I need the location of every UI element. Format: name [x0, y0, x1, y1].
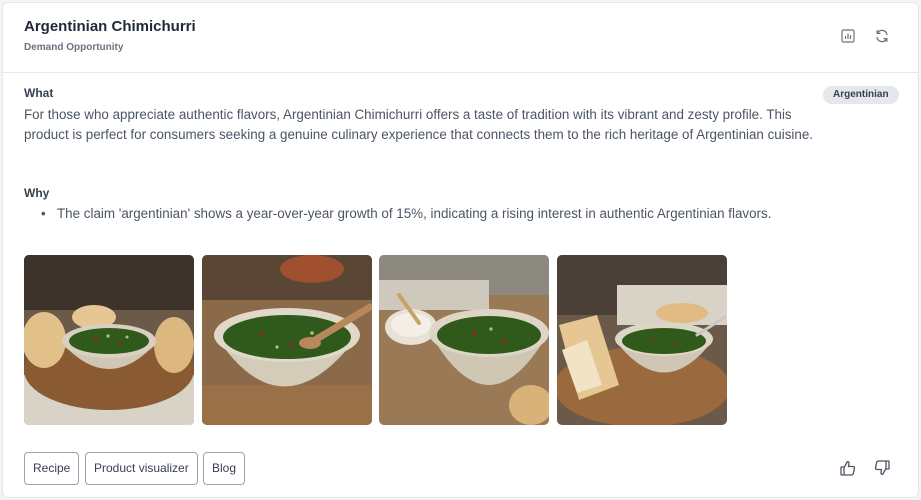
chart-icon[interactable]: [840, 28, 856, 44]
recipe-button[interactable]: Recipe: [24, 452, 80, 485]
blog-button[interactable]: Blog: [203, 452, 246, 485]
why-item-text: The claim 'argentinian' shows a year-ove…: [57, 206, 772, 221]
what-label: What: [24, 86, 54, 100]
opportunity-card: Argentinian Chimichurri Demand Opportuni…: [2, 2, 919, 498]
card-title: Argentinian Chimichurri: [24, 18, 196, 35]
card-header: Argentinian Chimichurri Demand Opportuni…: [3, 3, 918, 73]
why-list-item: • The claim 'argentinian' shows a year-ov…: [24, 206, 771, 221]
cuisine-tag: Argentinian: [823, 86, 899, 104]
what-description: For those who appreciate authentic flavo…: [24, 107, 814, 142]
thumbs-up-icon[interactable]: [839, 459, 857, 477]
refresh-icon[interactable]: [874, 28, 890, 44]
product-image-2[interactable]: [202, 255, 372, 425]
product-image-1[interactable]: [24, 255, 194, 425]
why-label: Why: [24, 186, 50, 200]
bullet-icon: •: [41, 206, 46, 221]
thumbs-down-icon[interactable]: [873, 459, 891, 477]
card-subtitle: Demand Opportunity: [24, 42, 124, 53]
product-visualizer-button[interactable]: Product visualizer: [85, 452, 198, 485]
product-image-3[interactable]: [379, 255, 549, 425]
product-image-4[interactable]: [557, 255, 727, 425]
